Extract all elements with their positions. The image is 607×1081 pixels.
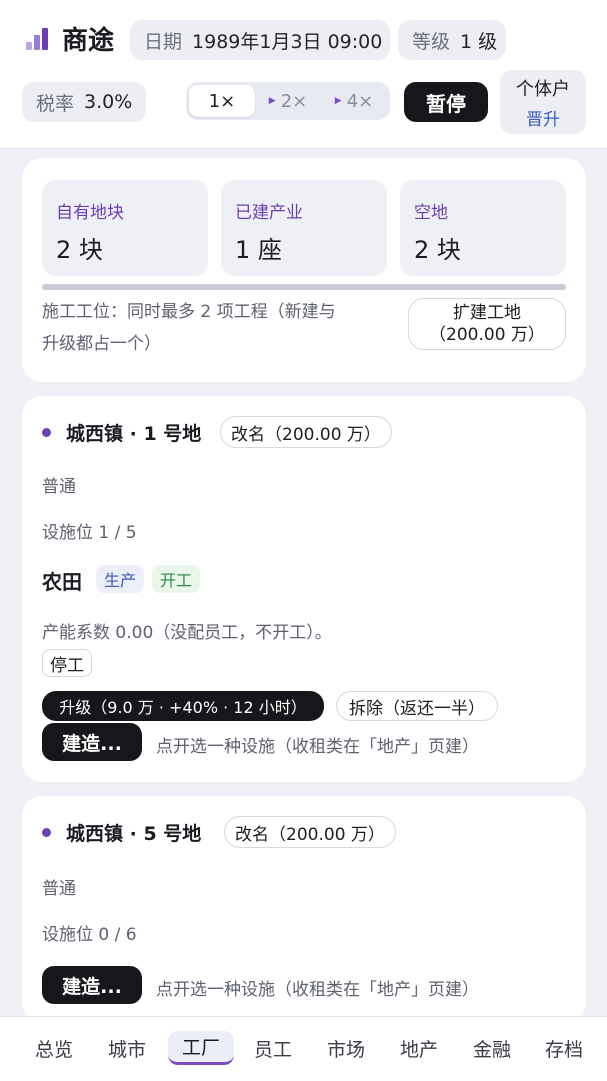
nav-save[interactable]: 存档 bbox=[532, 1031, 596, 1065]
nav-factory[interactable]: 工厂 bbox=[168, 1031, 234, 1065]
play-icon: ▶ bbox=[268, 96, 276, 106]
level-chip: 等级 1 级 bbox=[398, 20, 506, 60]
level-label: 等级 bbox=[412, 30, 451, 53]
rename-button[interactable]: 改名（200.00 万） bbox=[220, 416, 392, 448]
level-value: 1 级 bbox=[460, 30, 498, 53]
date-value: 1989年1月3日 09:00 bbox=[192, 30, 383, 53]
plot-grade: 普通 bbox=[42, 879, 76, 899]
demolish-button[interactable]: 拆除（返还一半） bbox=[336, 691, 498, 721]
expand-site-button[interactable]: 扩建工地 （200.00 万） bbox=[408, 298, 566, 350]
promote-label: 晋升 bbox=[526, 109, 560, 130]
nav-real-estate[interactable]: 地产 bbox=[387, 1031, 451, 1065]
land-summary-card: 自有地块 2 块 已建产业 1 座 空地 2 块 施工工位：同时最多 2 项工程… bbox=[22, 158, 586, 382]
play-icon: ▶ bbox=[334, 96, 342, 106]
built-industries-stat: 已建产业 1 座 bbox=[221, 180, 387, 276]
facility-slots: 设施位 0 / 6 bbox=[42, 925, 137, 945]
speed-2x-button[interactable]: ▶ 2× bbox=[255, 85, 321, 117]
status-dot-icon bbox=[42, 828, 51, 837]
rename-button[interactable]: 改名（200.00 万） bbox=[224, 816, 396, 848]
pause-button[interactable]: 暂停 bbox=[404, 82, 488, 122]
plot-grade: 普通 bbox=[42, 477, 76, 497]
stop-work-button[interactable]: 停工 bbox=[42, 649, 92, 677]
speed-selector: 1× ▶ 2× ▶ 4× bbox=[186, 82, 390, 120]
speed-4x-button[interactable]: ▶ 4× bbox=[321, 85, 387, 117]
nav-finance[interactable]: 金融 bbox=[460, 1031, 524, 1065]
capacity-text: 产能系数 0.00（没配员工，不开工）。 bbox=[42, 623, 332, 643]
plot-card: 城西镇 · 1 号地 改名（200.00 万） 普通 设施位 1 / 5 农田 … bbox=[22, 396, 586, 782]
capacity-progress-bar bbox=[42, 284, 566, 290]
nav-overview[interactable]: 总览 bbox=[22, 1031, 86, 1065]
tax-value: 3.0% bbox=[84, 91, 133, 113]
tax-label: 税率 bbox=[36, 92, 75, 115]
tag-operating: 开工 bbox=[152, 565, 201, 593]
bar-chart-icon bbox=[26, 26, 50, 50]
tax-chip: 税率 3.0% bbox=[22, 82, 146, 122]
build-button[interactable]: 建造... bbox=[42, 966, 142, 1004]
plot-card: 城西镇 · 5 号地 改名（200.00 万） 普通 设施位 0 / 6 建造.… bbox=[22, 796, 586, 1022]
build-hint: 点开选一种设施（收租类在「地产」页建） bbox=[156, 737, 479, 757]
promote-entity-button[interactable]: 个体户 晋升 bbox=[500, 70, 586, 134]
facility-name: 农田 bbox=[42, 570, 82, 594]
date-label: 日期 bbox=[144, 30, 183, 53]
status-dot-icon bbox=[42, 428, 51, 437]
nav-city[interactable]: 城市 bbox=[95, 1031, 159, 1065]
nav-market[interactable]: 市场 bbox=[314, 1031, 378, 1065]
nav-staff[interactable]: 员工 bbox=[241, 1031, 305, 1065]
speed-1x-button[interactable]: 1× bbox=[189, 85, 255, 117]
date-chip: 日期 1989年1月3日 09:00 bbox=[130, 20, 390, 60]
build-button[interactable]: 建造... bbox=[42, 723, 142, 761]
construction-slots-desc: 施工工位：同时最多 2 项工程（新建与 升级都占一个） bbox=[42, 302, 336, 354]
build-hint: 点开选一种设施（收租类在「地产」页建） bbox=[156, 980, 479, 1000]
vacant-plots-stat: 空地 2 块 bbox=[400, 180, 566, 276]
app-title: 商途 bbox=[62, 26, 115, 56]
plot-title: 城西镇 · 1 号地 bbox=[66, 423, 202, 445]
bottom-nav: 总览 城市 工厂 员工 市场 地产 金融 存档 bbox=[0, 1016, 607, 1081]
owned-plots-stat: 自有地块 2 块 bbox=[42, 180, 208, 276]
tag-production: 生产 bbox=[96, 565, 145, 593]
entity-type: 个体户 bbox=[516, 78, 570, 100]
top-bar: 商途 日期 1989年1月3日 09:00 等级 1 级 税率 3.0% 1× … bbox=[0, 0, 607, 149]
facility-slots: 设施位 1 / 5 bbox=[42, 523, 137, 543]
plot-title: 城西镇 · 5 号地 bbox=[66, 823, 202, 845]
upgrade-button[interactable]: 升级（9.0 万 · +40% · 12 小时） bbox=[42, 691, 324, 721]
